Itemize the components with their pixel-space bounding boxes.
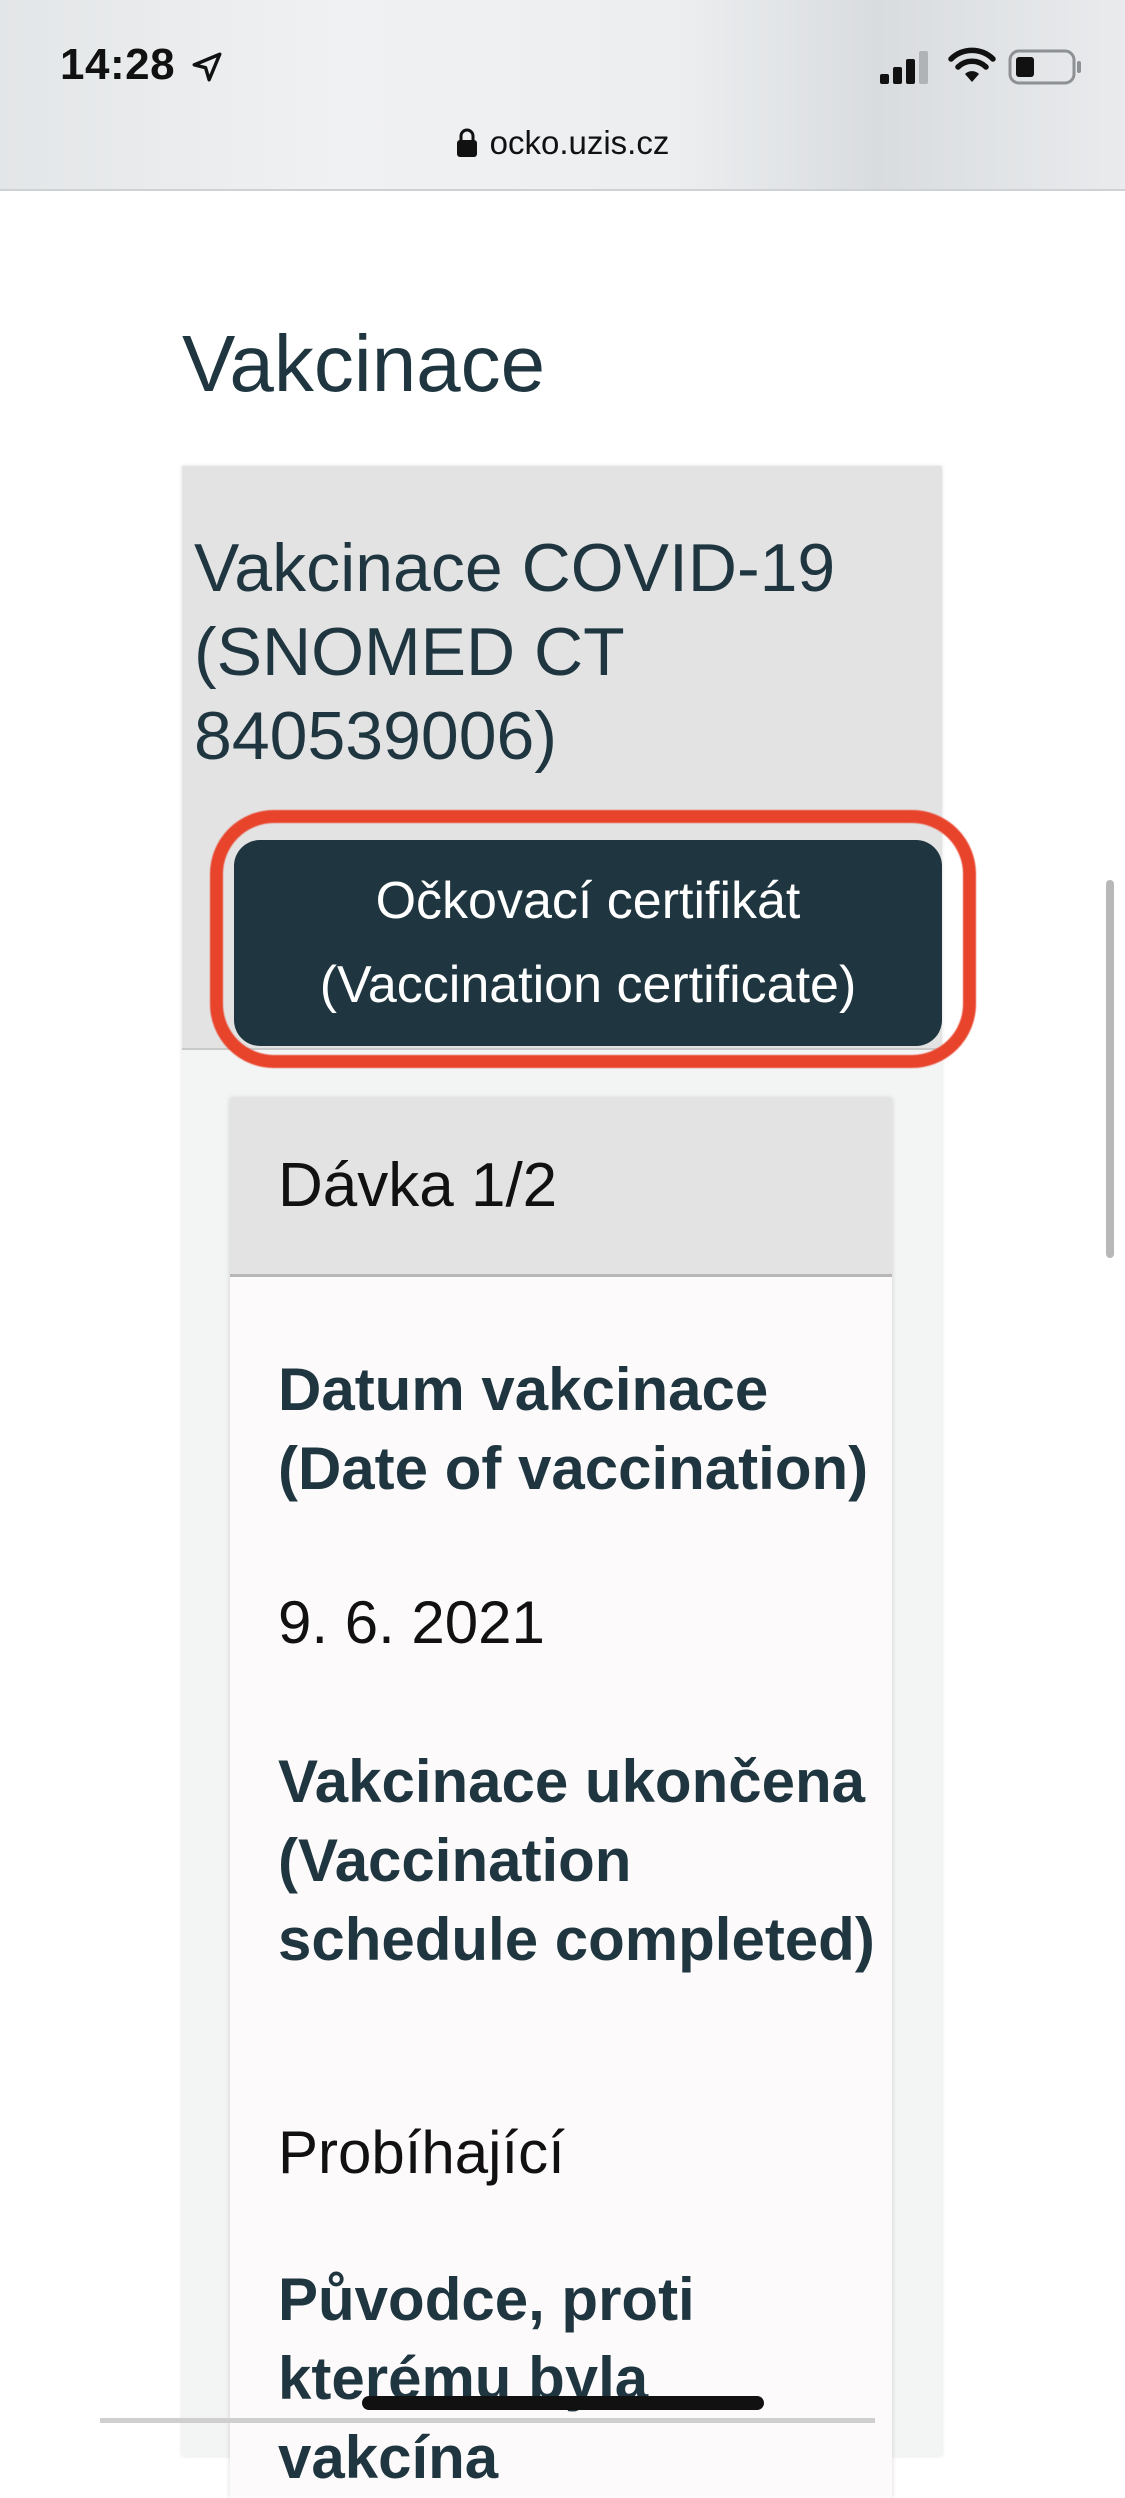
wifi-icon — [948, 47, 996, 82]
location-arrow-icon — [192, 52, 222, 82]
url-text: ocko.uzis.cz — [489, 124, 670, 161]
vaccination-certificate-button[interactable]: Očkovací certifikát (Vaccination certifi… — [234, 840, 942, 1046]
browser-chrome: 14:28 ocko.uzis.cz — [0, 0, 1125, 191]
dose-card: Dávka 1/2 Datum vakcinace (Date of vacci… — [230, 1098, 892, 2498]
certificate-button-label-en: (Vaccination certificate) — [319, 956, 857, 1014]
certificate-button-label-cz: Očkovací certifikát — [375, 872, 801, 930]
dose-header[interactable]: Dávka 1/2 — [230, 1098, 892, 1277]
status-time: 14:28 — [60, 40, 176, 89]
address-bar[interactable]: ocko.uzis.cz — [0, 118, 1125, 168]
dose-label: Dávka 1/2 — [278, 1151, 558, 1220]
page-title: Vakcinace — [182, 319, 546, 408]
field-label-pathogen: Původce, proti kterému byla vakcína — [278, 2266, 695, 2491]
scrollbar[interactable] — [1106, 880, 1114, 1258]
vaccine-name: Vakcinace COVID-19 (SNOMED CT 840539006) — [194, 530, 836, 774]
field-value-schedule-completed: Probíhající — [278, 2119, 565, 2186]
battery-icon — [1008, 49, 1081, 85]
toolbar-divider — [100, 2418, 875, 2423]
field-label-vaccination-date: Datum vakcinace (Date of vaccination) — [278, 1356, 869, 1502]
lock-icon — [456, 128, 477, 157]
home-indicator[interactable] — [362, 2396, 764, 2410]
field-value-vaccination-date: 9. 6. 2021 — [278, 1589, 545, 1656]
field-label-schedule-completed: Vakcinace ukončena (Vaccination schedule… — [278, 1748, 875, 1973]
cellular-signal-icon — [880, 51, 928, 84]
